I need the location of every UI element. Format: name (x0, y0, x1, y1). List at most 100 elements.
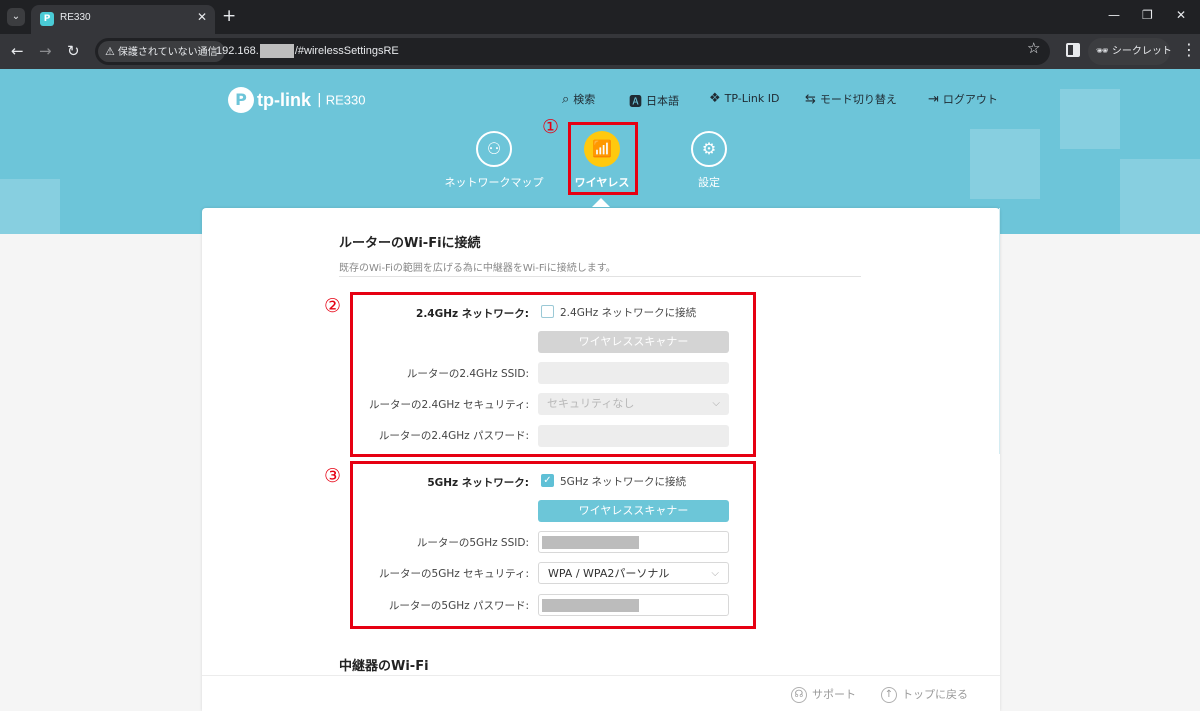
wireless-settings-card: ルーターのWi-Fiに接続 既存のWi-Fiの範囲を広げる為に中継器をWi-Fi… (202, 208, 1000, 711)
band5-ssid-label: ルーターの5GHz SSID: (416, 537, 529, 549)
logout-link[interactable]: ⇥ ログアウト (928, 91, 998, 107)
band5-password-input[interactable] (538, 594, 729, 616)
browser-toolbar: ← → ↻ ⚠ 保護されていない通信 192.168. /#wirelessSett… (0, 34, 1200, 69)
band24-ssid-label: ルーターの2.4GHz SSID: (406, 368, 529, 380)
back-to-top-label: トップに戻る (902, 688, 968, 701)
band5-connect-label: 5GHz ネットワークに接続 (560, 476, 687, 488)
tab-title: RE330 (60, 12, 91, 23)
band5-security-select[interactable]: WPA / WPA2パーソナル ⌵ (538, 562, 729, 584)
band5-password-label: ルーターの5GHz パスワード: (388, 600, 529, 612)
tplink-id-label: TP-Link ID (724, 92, 780, 105)
warning-triangle-icon: ⚠ (105, 45, 115, 58)
search-link-label: 検索 (573, 93, 596, 106)
headset-icon: ☊ (791, 687, 807, 703)
incognito-chip[interactable]: 🕶 シークレット (1088, 38, 1172, 65)
arrow-up-icon: ↑ (881, 687, 897, 703)
section-description: 既存のWi-Fiの範囲を広げる為に中継器をWi-Fiに接続します。 (339, 263, 616, 274)
tplink-id-link[interactable]: ❖ TP-Link ID (709, 91, 779, 106)
tplink-id-icon: ❖ (709, 91, 721, 106)
tplink-logo[interactable]: Ptp-link | RE330 (228, 87, 365, 113)
support-label: サポート (812, 688, 856, 701)
restore-icon[interactable]: ❐ (1142, 8, 1153, 22)
search-link[interactable]: ⌕ 検索 (562, 91, 595, 107)
url-suffix: /#wirelessSettingsRE (294, 44, 399, 57)
password-redaction (542, 599, 639, 612)
page-footer: ☊ サポート ↑ トップに戻る (202, 675, 1000, 711)
annotation-number-2: ② (324, 295, 342, 317)
more-menu-icon[interactable]: ⋮ (1181, 40, 1197, 59)
tab-close-icon[interactable]: ✕ (197, 10, 207, 24)
banner-decoration (970, 129, 1040, 199)
mode-switch-link[interactable]: ⇆ モード切り替え (805, 91, 897, 107)
support-link[interactable]: ☊ サポート (791, 686, 856, 703)
extender-wifi-title: 中継器のWi-Fi (339, 659, 429, 674)
band5-security-label: ルーターの5GHz セキュリティ: (379, 568, 529, 580)
bookmark-star-icon[interactable]: ☆ (1027, 39, 1040, 57)
forward-arrow-icon[interactable]: → (39, 42, 52, 60)
tplink-favicon-icon: P (40, 12, 54, 26)
search-icon: ⌕ (562, 91, 570, 107)
window-close-icon[interactable]: ✕ (1176, 8, 1186, 22)
wifi-icon: 📶 (584, 131, 620, 167)
ssid-redaction (542, 536, 639, 549)
language-icon: 🅰 (629, 95, 643, 110)
url-prefix: 192.168. (216, 44, 259, 57)
band24-security-select[interactable]: セキュリティなし ⌵ (538, 393, 729, 415)
tab-network-map[interactable]: ⚇ ネットワークマップ (439, 131, 549, 190)
band24-scanner-button[interactable]: ワイヤレススキャナー (538, 331, 729, 353)
tab-settings[interactable]: ⚙ 設定 (654, 131, 764, 190)
mode-switch-icon: ⇆ (805, 91, 816, 107)
section-divider (339, 276, 861, 277)
tab-wireless[interactable]: 📶 ワイヤレス (547, 131, 657, 190)
active-tab-caret (592, 198, 610, 207)
band24-security-label: ルーターの2.4GHz セキュリティ: (369, 399, 529, 411)
incognito-icon: 🕶 (1096, 46, 1109, 57)
language-link[interactable]: 🅰 日本語 (629, 91, 679, 111)
logout-icon: ⇥ (928, 91, 939, 107)
annotation-number-3: ③ (324, 465, 342, 487)
band24-password-input[interactable] (538, 425, 729, 447)
band5-network-label: 5GHz ネットワーク: (427, 477, 529, 489)
back-arrow-icon[interactable]: ← (11, 42, 24, 60)
back-to-top-link[interactable]: ↑ トップに戻る (881, 686, 968, 703)
address-bar[interactable]: ⚠ 保護されていない通信 192.168. /#wirelessSettingsRE (95, 38, 1050, 65)
band24-security-value: セキュリティなし (547, 397, 635, 410)
network-map-icon: ⚇ (476, 131, 512, 167)
new-tab-button[interactable]: + (222, 6, 236, 26)
router-admin-page: Ptp-link | RE330 ⌕ 検索 🅰 日本語 ❖ TP-Link ID ⇆ モード… (0, 69, 1200, 711)
annotation-number-1: ① (542, 116, 560, 138)
chevron-down-icon: ⌵ (712, 398, 720, 409)
banner-decoration (0, 179, 60, 234)
banner-decoration (1120, 159, 1200, 234)
band24-ssid-input[interactable] (538, 362, 729, 384)
band5-scanner-button[interactable]: ワイヤレススキャナー (538, 500, 729, 522)
brand-name: tp-link (257, 89, 311, 110)
tab-wireless-label: ワイヤレス (574, 176, 630, 189)
security-label: 保護されていない通信 (117, 47, 218, 58)
banner-decoration (1060, 89, 1120, 149)
band24-password-label: ルーターの2.4GHz パスワード: (378, 430, 529, 442)
security-status-chip[interactable]: ⚠ 保護されていない通信 (98, 41, 225, 62)
browser-tab-bar: ⌄ P RE330 ✕ + — ❐ ✕ (0, 0, 1200, 34)
side-panel-icon[interactable] (1066, 43, 1080, 57)
band5-security-value: WPA / WPA2パーソナル (548, 567, 670, 580)
chevron-down-icon: ⌵ (711, 568, 719, 579)
minimize-icon[interactable]: — (1108, 8, 1120, 22)
tab-settings-label: 設定 (698, 176, 720, 189)
band5-connect-checkbox[interactable]: ✓ (541, 474, 554, 487)
tab-network-map-label: ネットワークマップ (444, 176, 544, 189)
scrollbar[interactable] (999, 208, 1000, 454)
url-text: 192.168. /#wirelessSettingsRE (216, 44, 399, 58)
browser-tab[interactable]: P RE330 ✕ (31, 5, 215, 34)
band24-connect-label: 2.4GHz ネットワークに接続 (560, 307, 697, 319)
tab-search-button[interactable]: ⌄ (7, 8, 25, 26)
url-redaction (259, 44, 294, 58)
band24-connect-checkbox[interactable] (541, 305, 554, 318)
band24-network-label: 2.4GHz ネットワーク: (416, 308, 529, 320)
mode-switch-label: モード切り替え (819, 93, 897, 106)
band5-ssid-input[interactable] (538, 531, 729, 553)
section-title: ルーターのWi-Fiに接続 (339, 236, 481, 251)
logo-separator: | (317, 92, 322, 108)
incognito-label: シークレット (1111, 46, 1172, 57)
reload-icon[interactable]: ↻ (67, 42, 80, 60)
